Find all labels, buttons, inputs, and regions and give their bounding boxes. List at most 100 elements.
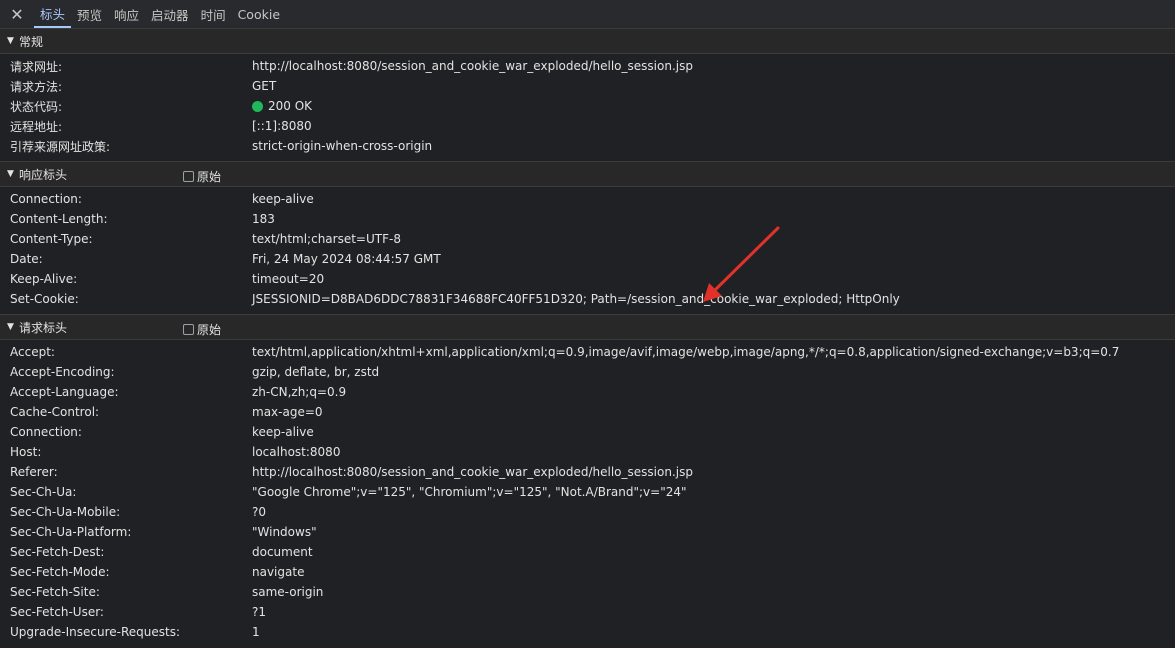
header-row: Accept-Language: zh-CN,zh;q=0.9 [0, 382, 1175, 402]
header-row: Content-Type: text/html;charset=UTF-8 [0, 229, 1175, 249]
header-key: Cache-Control: [10, 405, 100, 419]
header-key: Accept: [10, 345, 55, 359]
status-code-value: 200 OK [252, 99, 312, 113]
header-value: http://localhost:8080/session_and_cookie… [252, 59, 693, 73]
header-key: Connection: [10, 425, 82, 439]
header-key: Sec-Fetch-Dest: [10, 545, 105, 559]
header-value: 1 [252, 625, 260, 639]
devtools-tab-bar: ✕ 标头 预览 响应 启动器 时间 Cookie [0, 0, 1175, 29]
header-value: GET [252, 79, 277, 93]
header-value: document [252, 545, 313, 559]
header-value: ?1 [252, 605, 267, 619]
header-value: navigate [252, 565, 305, 579]
header-row: Connection: keep-alive [0, 422, 1175, 442]
header-row: Date: Fri, 24 May 2024 08:44:57 GMT [0, 249, 1175, 269]
tab-preview[interactable]: 预览 [71, 0, 108, 28]
header-row: Sec-Fetch-Dest: document [0, 542, 1175, 562]
general-rows: 请求网址: http://localhost:8080/session_and_… [0, 54, 1175, 162]
header-value: same-origin [252, 585, 324, 599]
header-value: ?0 [252, 505, 267, 519]
request-headers-section-header[interactable]: ▼ 请求标头 原始 [0, 315, 1175, 340]
section-title: 常规 [19, 34, 44, 49]
expand-triangle-icon: ▼ [7, 322, 14, 332]
header-value: Fri, 24 May 2024 08:44:57 GMT [252, 252, 441, 266]
header-row: Accept-Encoding: gzip, deflate, br, zstd [0, 362, 1175, 382]
tab-headers[interactable]: 标头 [34, 0, 72, 28]
header-key: Keep-Alive: [10, 272, 78, 286]
status-text: 200 OK [268, 99, 313, 113]
header-value: text/html;charset=UTF-8 [252, 232, 401, 246]
expand-triangle-icon: ▼ [7, 169, 14, 179]
header-value: timeout=20 [252, 272, 325, 286]
header-key: Sec-Ch-Ua-Mobile: [10, 505, 121, 519]
tab-initiator[interactable]: 启动器 [145, 0, 195, 28]
header-value: keep-alive [252, 425, 314, 439]
header-key: Accept-Language: [10, 385, 119, 399]
header-key: 请求网址: [10, 59, 63, 74]
raw-checkbox[interactable] [183, 324, 194, 335]
header-value: localhost:8080 [252, 445, 341, 459]
header-key: 请求方法: [10, 79, 63, 94]
header-row: Content-Length: 183 [0, 209, 1175, 229]
header-row: Accept: text/html,application/xhtml+xml,a… [0, 342, 1175, 362]
header-value: 183 [252, 212, 275, 226]
header-value: strict-origin-when-cross-origin [252, 139, 433, 153]
header-key: 远程地址: [10, 119, 63, 134]
header-row: Host: localhost:8080 [0, 442, 1175, 462]
header-row: Connection: keep-alive [0, 189, 1175, 209]
header-row: Sec-Fetch-Mode: navigate [0, 562, 1175, 582]
header-row: Sec-Fetch-Site: same-origin [0, 582, 1175, 602]
header-value: keep-alive [252, 192, 314, 206]
header-key: Sec-Ch-Ua-Platform: [10, 525, 132, 539]
header-value: zh-CN,zh;q=0.9 [252, 385, 347, 399]
header-row: Referer: http://localhost:8080/session_an… [0, 462, 1175, 482]
header-row: Sec-Fetch-User: ?1 [0, 602, 1175, 622]
header-key: 引荐来源网址政策: [10, 139, 111, 154]
header-key: Date: [10, 252, 43, 266]
header-value: JSESSIONID=D8BAD6DDC78831F34688FC40FF51D… [252, 292, 900, 306]
header-key: Set-Cookie: [10, 292, 79, 306]
section-title: 请求标头 [19, 320, 68, 335]
header-row: Upgrade-Insecure-Requests: 1 [0, 622, 1175, 642]
header-value: "Google Chrome";v="125", "Chromium";v="1… [252, 485, 687, 499]
status-ok-icon [252, 100, 263, 112]
header-key: Upgrade-Insecure-Requests: [10, 625, 181, 639]
header-row: 请求方法: GET [0, 76, 1175, 96]
header-key: Connection: [10, 192, 82, 206]
header-row: Set-Cookie: JSESSIONID=D8BAD6DDC78831F346… [0, 289, 1175, 309]
header-key: Content-Type: [10, 232, 93, 246]
request-header-rows: Accept: text/html,application/xhtml+xml,a… [0, 340, 1175, 647]
header-row: 远程地址: [::1]:8080 [0, 116, 1175, 136]
header-value: http://localhost:8080/session_and_cookie… [252, 465, 693, 479]
header-value: text/html,application/xhtml+xml,applicat… [252, 345, 1120, 359]
header-row: Sec-Ch-Ua: "Google Chrome";v="125", "Chro… [0, 482, 1175, 502]
header-row: 引荐来源网址政策: strict-origin-when-cross-origi… [0, 136, 1175, 156]
header-key: 状态代码: [10, 99, 63, 114]
raw-label: 原始 [197, 170, 222, 184]
header-value: "Windows" [252, 525, 317, 539]
header-value: gzip, deflate, br, zstd [252, 365, 380, 379]
expand-triangle-icon: ▼ [7, 36, 14, 46]
header-key: Host: [10, 445, 42, 459]
raw-label: 原始 [197, 323, 222, 337]
header-value: [::1]:8080 [252, 119, 312, 133]
header-row: Sec-Ch-Ua-Mobile: ?0 [0, 502, 1175, 522]
tab-response[interactable]: 响应 [108, 0, 145, 28]
raw-toggle[interactable]: 原始 [183, 321, 221, 338]
raw-checkbox[interactable] [183, 171, 194, 182]
tab-timing[interactable]: 时间 [195, 0, 232, 28]
header-key: Sec-Ch-Ua: [10, 485, 77, 499]
raw-toggle[interactable]: 原始 [183, 168, 221, 185]
header-key: Referer: [10, 465, 58, 479]
close-icon[interactable]: ✕ [0, 0, 34, 28]
header-value: max-age=0 [252, 405, 323, 419]
header-key: Content-Length: [10, 212, 108, 226]
header-row: Keep-Alive: timeout=20 [0, 269, 1175, 289]
header-key: Accept-Encoding: [10, 365, 115, 379]
response-headers-section-header[interactable]: ▼ 响应标头 原始 [0, 162, 1175, 187]
header-row: 请求网址: http://localhost:8080/session_and_… [0, 56, 1175, 76]
header-key: Sec-Fetch-User: [10, 605, 104, 619]
general-section-header[interactable]: ▼ 常规 [0, 29, 1175, 54]
tab-cookies[interactable]: Cookie [232, 0, 286, 28]
header-key: Sec-Fetch-Mode: [10, 565, 110, 579]
